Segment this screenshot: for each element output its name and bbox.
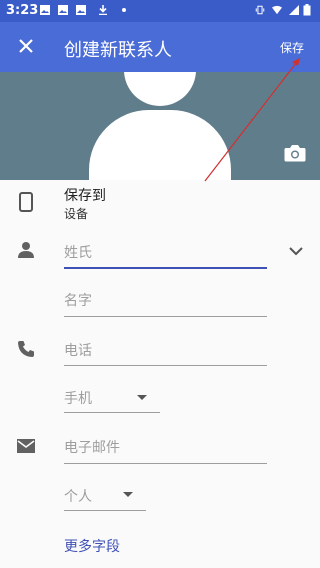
image-notification-icon [76, 5, 86, 15]
phone-icon [18, 341, 34, 357]
save-to-label[interactable]: 保存到 [64, 185, 106, 205]
phone-field[interactable]: 电话 [64, 340, 92, 360]
close-icon[interactable] [14, 34, 38, 58]
page-title: 创建新联系人 [64, 40, 172, 61]
app-bar: 创建新联系人 保存 [0, 22, 320, 72]
image-notification-icon [40, 5, 50, 15]
phone-device-icon [19, 192, 33, 212]
email-underline [64, 463, 267, 464]
vibrate-icon [255, 5, 265, 15]
phone-type-select[interactable]: 手机 [64, 388, 92, 408]
person-icon [18, 242, 34, 258]
camera-icon[interactable] [284, 144, 306, 162]
dot-icon [122, 8, 126, 12]
email-type-underline [64, 510, 146, 511]
contact-photo-area[interactable] [0, 72, 320, 180]
first-name-field[interactable]: 名字 [64, 290, 92, 310]
save-button[interactable]: 保存 [280, 39, 304, 56]
status-time: 3:23 [6, 3, 39, 18]
email-type-select[interactable]: 个人 [64, 486, 92, 506]
first-name-underline [64, 316, 267, 317]
phone-type-underline [64, 412, 160, 413]
avatar-placeholder-head [124, 72, 196, 106]
phone-type-dropdown-arrow[interactable] [137, 395, 147, 400]
phone-underline [64, 365, 267, 366]
status-bar: 3:23 [0, 0, 320, 22]
save-to-value[interactable]: 设备 [64, 205, 88, 222]
image-notification-icon [58, 5, 68, 15]
wifi-icon [272, 5, 282, 15]
email-type-dropdown-arrow[interactable] [123, 492, 133, 497]
last-name-field[interactable]: 姓氏 [64, 242, 92, 262]
email-icon [17, 439, 35, 453]
last-name-underline [64, 267, 267, 269]
avatar-placeholder-body [89, 110, 231, 180]
chevron-down-icon[interactable] [286, 241, 306, 261]
email-field[interactable]: 电子邮件 [64, 437, 120, 457]
download-icon [99, 5, 107, 15]
signal-icon [289, 5, 299, 15]
battery-icon [303, 4, 311, 16]
more-fields-button[interactable]: 更多字段 [64, 536, 120, 556]
